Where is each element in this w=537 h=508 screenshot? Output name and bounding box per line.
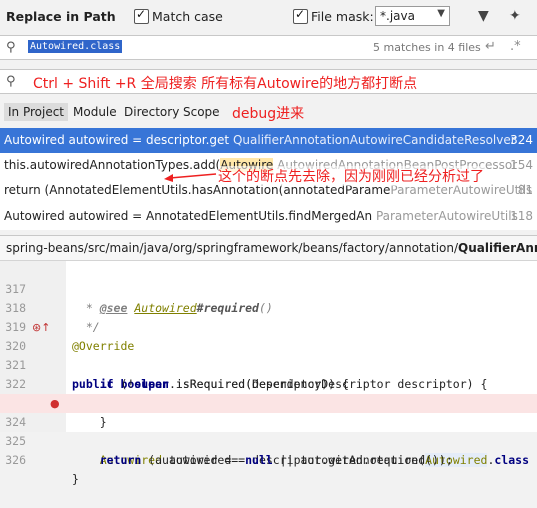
match-case-label[interactable]: Match case: [152, 9, 223, 24]
result-line: 81: [517, 183, 533, 197]
scope-directory[interactable]: Directory: [124, 105, 179, 119]
code-line: 319 @Override: [0, 299, 537, 353]
results-count: 5 matches in 4 files: [373, 41, 481, 54]
result-class: QualifierAnnotationAutowireCandidateReso…: [232, 133, 516, 147]
code-line: 318 */: [0, 280, 537, 334]
dialog-header: Replace in Path Match case File mask: *.…: [0, 0, 537, 34]
file-mask-select[interactable]: *.java ▼: [375, 6, 450, 26]
code-line: 322 return false;: [0, 356, 537, 410]
filter-icon[interactable]: ▼: [478, 8, 489, 24]
code-line: 323 }: [0, 375, 537, 429]
code-line: 324 ● Autowired autowired = descriptor.g…: [0, 394, 537, 467]
file-mask-checkbox[interactable]: [293, 7, 308, 24]
scope-scope[interactable]: Scope: [183, 105, 220, 119]
result-code: Autowired autowired = AnnotatedElementUt…: [4, 209, 373, 223]
scope-in-project[interactable]: In Project: [4, 103, 69, 121]
search-field[interactable]: ⚲ Autowired.class 5 matches in 4 files ↵…: [0, 35, 537, 60]
red-arrow-icon: [164, 173, 217, 182]
code-editor[interactable]: 317 * @see Autowired#required() 318 */ 3…: [0, 261, 537, 486]
code-line: 326 }: [0, 432, 537, 486]
match-case-checkbox[interactable]: [134, 7, 149, 24]
result-line: 324: [510, 133, 533, 147]
result-class: ParameterAutowireUtils: [375, 209, 518, 223]
path-file: QualifierAnnotationAu: [458, 241, 537, 255]
result-row[interactable]: Autowired autowired = descriptor.get Qua…: [0, 128, 537, 153]
file-mask-value: *.java: [380, 9, 415, 23]
result-line: 154: [510, 158, 533, 172]
override-icon[interactable]: ⊛↑: [32, 318, 50, 337]
enter-icon[interactable]: ↵: [485, 39, 496, 54]
code-line: 325 return (autowired == null || autowir…: [0, 413, 537, 467]
file-mask-label[interactable]: File mask:: [311, 9, 374, 24]
regex-icon[interactable]: .*: [510, 39, 521, 54]
file-path-bar: spring-beans/src/main/java/org/springfra…: [0, 235, 537, 261]
search-input[interactable]: Autowired.class: [28, 40, 123, 53]
code-line: 317 * @see Autowired#required(): [0, 261, 537, 315]
file-path: spring-beans/src/main/java/org/springfra…: [0, 241, 537, 255]
removed-annotation: 这个的断点先去除，因为刚刚已经分析过了: [218, 166, 484, 186]
debug-annotation: debug进来: [232, 106, 305, 122]
line-number: 326: [5, 453, 26, 467]
result-code: Autowired autowired = descriptor.get: [4, 133, 230, 147]
search-icon: ⚲: [6, 74, 16, 89]
search-icon: ⚲: [6, 40, 16, 55]
result-row[interactable]: Autowired autowired = AnnotatedElementUt…: [0, 204, 537, 229]
shortcut-annotation: Ctrl + Shift +R 全局搜索 所有标有Autowire的地方都打断点: [33, 76, 418, 92]
code-line: 321 if (!super.isRequired(descriptor)) {: [0, 337, 537, 391]
result-line: 118: [510, 209, 533, 223]
dialog-title: Replace in Path: [6, 9, 116, 24]
scope-module[interactable]: Module: [73, 105, 117, 119]
code-line: 320 ⊛↑ public boolean isRequired(Depende…: [0, 318, 537, 391]
pin-icon[interactable]: ✦: [509, 8, 521, 24]
breakpoint-icon[interactable]: ●: [50, 394, 60, 413]
chevron-down-icon: ▼: [437, 8, 445, 19]
path-prefix: spring-beans/src/main/java/org/springfra…: [6, 241, 459, 255]
